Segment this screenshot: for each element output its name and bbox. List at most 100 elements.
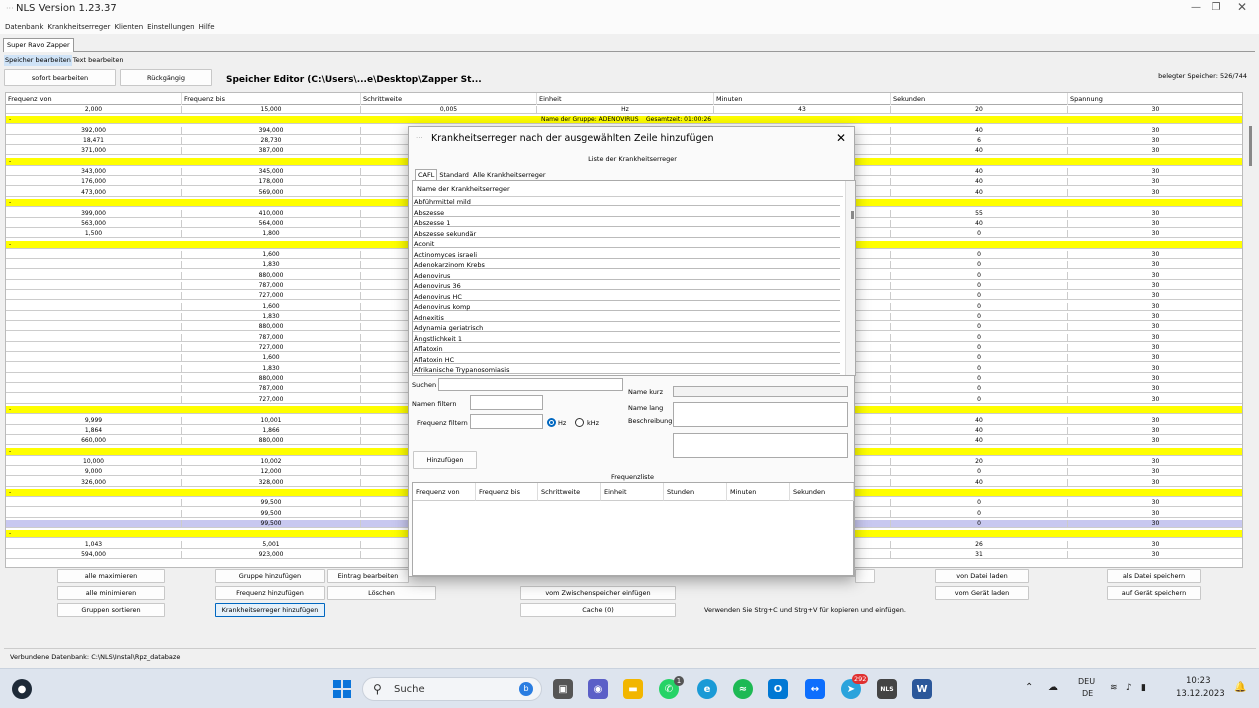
- pathogen-list-item[interactable]: Adenovirus: [413, 272, 840, 280]
- fcol-sekunden[interactable]: Sekunden: [790, 483, 854, 501]
- clock-date[interactable]: 13.12.2023: [1176, 689, 1225, 699]
- grid-cell[interactable]: 0: [891, 344, 1068, 352]
- filter-name-input[interactable]: [470, 395, 543, 410]
- wifi-icon[interactable]: ≋: [1110, 683, 1118, 693]
- filter-frequency-input[interactable]: [470, 414, 543, 429]
- grid-cell[interactable]: [6, 344, 182, 352]
- volume-icon[interactable]: ♪: [1126, 683, 1132, 693]
- minimize-icon[interactable]: —: [1186, 2, 1206, 13]
- file-explorer-icon[interactable]: ▬: [623, 679, 643, 699]
- grid-cell[interactable]: 43: [714, 106, 891, 113]
- grid-cell[interactable]: [6, 302, 182, 310]
- start-icon[interactable]: [332, 679, 352, 699]
- teams-icon[interactable]: ◉: [588, 679, 608, 699]
- grid-cell[interactable]: 345,000: [182, 168, 361, 176]
- pathogen-list-item[interactable]: Abszesse: [413, 209, 840, 217]
- tab-cafl[interactable]: CAFL: [415, 169, 438, 180]
- edit-now-button[interactable]: sofort bearbeiten: [4, 69, 116, 86]
- grid-cell[interactable]: [6, 395, 182, 403]
- grid-cell[interactable]: 9,000: [6, 468, 182, 476]
- pathogen-list-item[interactable]: Abführmittel mild: [413, 198, 840, 206]
- grid-cell[interactable]: 1,830: [182, 364, 361, 372]
- import-button-edge[interactable]: [855, 569, 875, 583]
- grid-cell[interactable]: 0: [891, 354, 1068, 362]
- spotify-icon[interactable]: ≈: [733, 679, 753, 699]
- grid-cell[interactable]: 787,000: [182, 385, 361, 393]
- grid-cell[interactable]: 1,830: [182, 313, 361, 320]
- grid-cell[interactable]: [6, 333, 182, 341]
- menu-krankheitserreger[interactable]: Krankheitserreger: [45, 20, 112, 34]
- grid-cell[interactable]: 31: [891, 551, 1068, 559]
- grid-cell[interactable]: [6, 323, 182, 331]
- grid-cell[interactable]: 30: [1068, 313, 1242, 320]
- grid-cell[interactable]: 20: [891, 106, 1068, 113]
- grid-cell[interactable]: 326,000: [6, 478, 182, 486]
- scrollbar-thumb[interactable]: [1249, 126, 1252, 166]
- edge-icon[interactable]: e: [697, 679, 717, 699]
- grid-cell[interactable]: 15,000: [182, 106, 361, 113]
- grid-cell[interactable]: 392,000: [6, 126, 182, 134]
- grid-cell[interactable]: [6, 364, 182, 372]
- pathogen-list-item[interactable]: Adenovirus 36: [413, 282, 840, 290]
- grid-cell[interactable]: 30: [1068, 272, 1242, 279]
- grid-cell[interactable]: 30: [1068, 251, 1242, 258]
- grid-cell[interactable]: 371,000: [6, 147, 182, 155]
- grid-cell[interactable]: 727,000: [182, 292, 361, 300]
- tab-standard[interactable]: Standard: [437, 170, 471, 180]
- grid-cell[interactable]: 387,000: [182, 147, 361, 155]
- grid-cell[interactable]: 40: [891, 478, 1068, 486]
- grid-cell[interactable]: 30: [1068, 499, 1242, 506]
- grid-cell[interactable]: 40: [891, 426, 1068, 434]
- grid-cell[interactable]: [6, 520, 182, 527]
- language-primary[interactable]: DEU: [1078, 677, 1095, 686]
- grid-cell[interactable]: 9,999: [6, 416, 182, 424]
- grid-cell[interactable]: 0: [891, 509, 1068, 517]
- frequency-list-table[interactable]: Frequenz von Frequenz bis Schrittweite E…: [412, 482, 854, 576]
- grid-cell[interactable]: 30: [1068, 323, 1242, 330]
- pathogen-list-item[interactable]: Aconit: [413, 240, 840, 248]
- sort-groups-button[interactable]: Gruppen sortieren: [57, 603, 165, 617]
- close-icon[interactable]: ✕: [1232, 0, 1252, 14]
- grid-cell[interactable]: 1,830: [182, 261, 361, 269]
- grid-cell[interactable]: 30: [1068, 292, 1242, 299]
- grid-cell[interactable]: 30: [1068, 396, 1242, 403]
- grid-cell[interactable]: 30: [1068, 354, 1242, 361]
- fcol-frequenz-bis[interactable]: Frequenz bis: [476, 483, 538, 501]
- col-minuten[interactable]: Minuten: [714, 93, 891, 105]
- grid-cell[interactable]: 1,500: [6, 230, 182, 238]
- load-file-button[interactable]: von Datei laden: [935, 569, 1029, 583]
- grid-cell[interactable]: 10,000: [6, 457, 182, 465]
- grid-cell[interactable]: 5,001: [182, 540, 361, 548]
- grid-cell[interactable]: 30: [1068, 127, 1242, 134]
- fcol-einheit[interactable]: Einheit: [601, 483, 664, 501]
- pathogen-list-item[interactable]: Adnexitis: [413, 314, 840, 322]
- pathogen-list-item[interactable]: Afrikanische Trypanosomiasis: [413, 366, 840, 374]
- grid-cell[interactable]: 0: [891, 375, 1068, 383]
- grid-cell[interactable]: 0: [891, 230, 1068, 238]
- pathogen-list-item[interactable]: Adenokarzinom Krebs: [413, 261, 840, 269]
- minimize-all-button[interactable]: alle minimieren: [57, 586, 165, 600]
- grid-cell[interactable]: 30: [1068, 178, 1242, 185]
- fcol-schrittweite[interactable]: Schrittweite: [538, 483, 601, 501]
- grid-cell[interactable]: 1,600: [182, 354, 361, 362]
- grid-cell[interactable]: [6, 271, 182, 279]
- undo-button[interactable]: Rückgängig: [120, 69, 212, 86]
- table-row[interactable]: 2,000 15,000 0,005 Hz 43 20 30: [6, 106, 1242, 114]
- grid-cell[interactable]: [6, 261, 182, 269]
- nls-app-icon[interactable]: NLS: [877, 679, 897, 699]
- grid-cell[interactable]: 30: [1068, 520, 1242, 527]
- grid-cell[interactable]: 55: [891, 209, 1068, 217]
- pathogen-list-item[interactable]: Adynamia geriatrisch: [413, 324, 840, 332]
- pathogen-list-item[interactable]: Aflatoxin: [413, 345, 840, 353]
- col-sekunden[interactable]: Sekunden: [891, 93, 1068, 105]
- pathogen-list-item[interactable]: Actinomyces israeli: [413, 251, 840, 259]
- grid-cell[interactable]: 30: [1068, 147, 1242, 154]
- grid-cell[interactable]: 30: [1068, 458, 1242, 465]
- grid-cell[interactable]: 0: [891, 313, 1068, 320]
- grid-cell[interactable]: 0: [891, 261, 1068, 269]
- col-frequenz-von[interactable]: Frequenz von: [6, 93, 182, 105]
- grid-cell[interactable]: 40: [891, 168, 1068, 176]
- fcol-stunden[interactable]: Stunden: [664, 483, 727, 501]
- grid-cell[interactable]: 569,000: [182, 188, 361, 196]
- grid-cell[interactable]: [6, 354, 182, 362]
